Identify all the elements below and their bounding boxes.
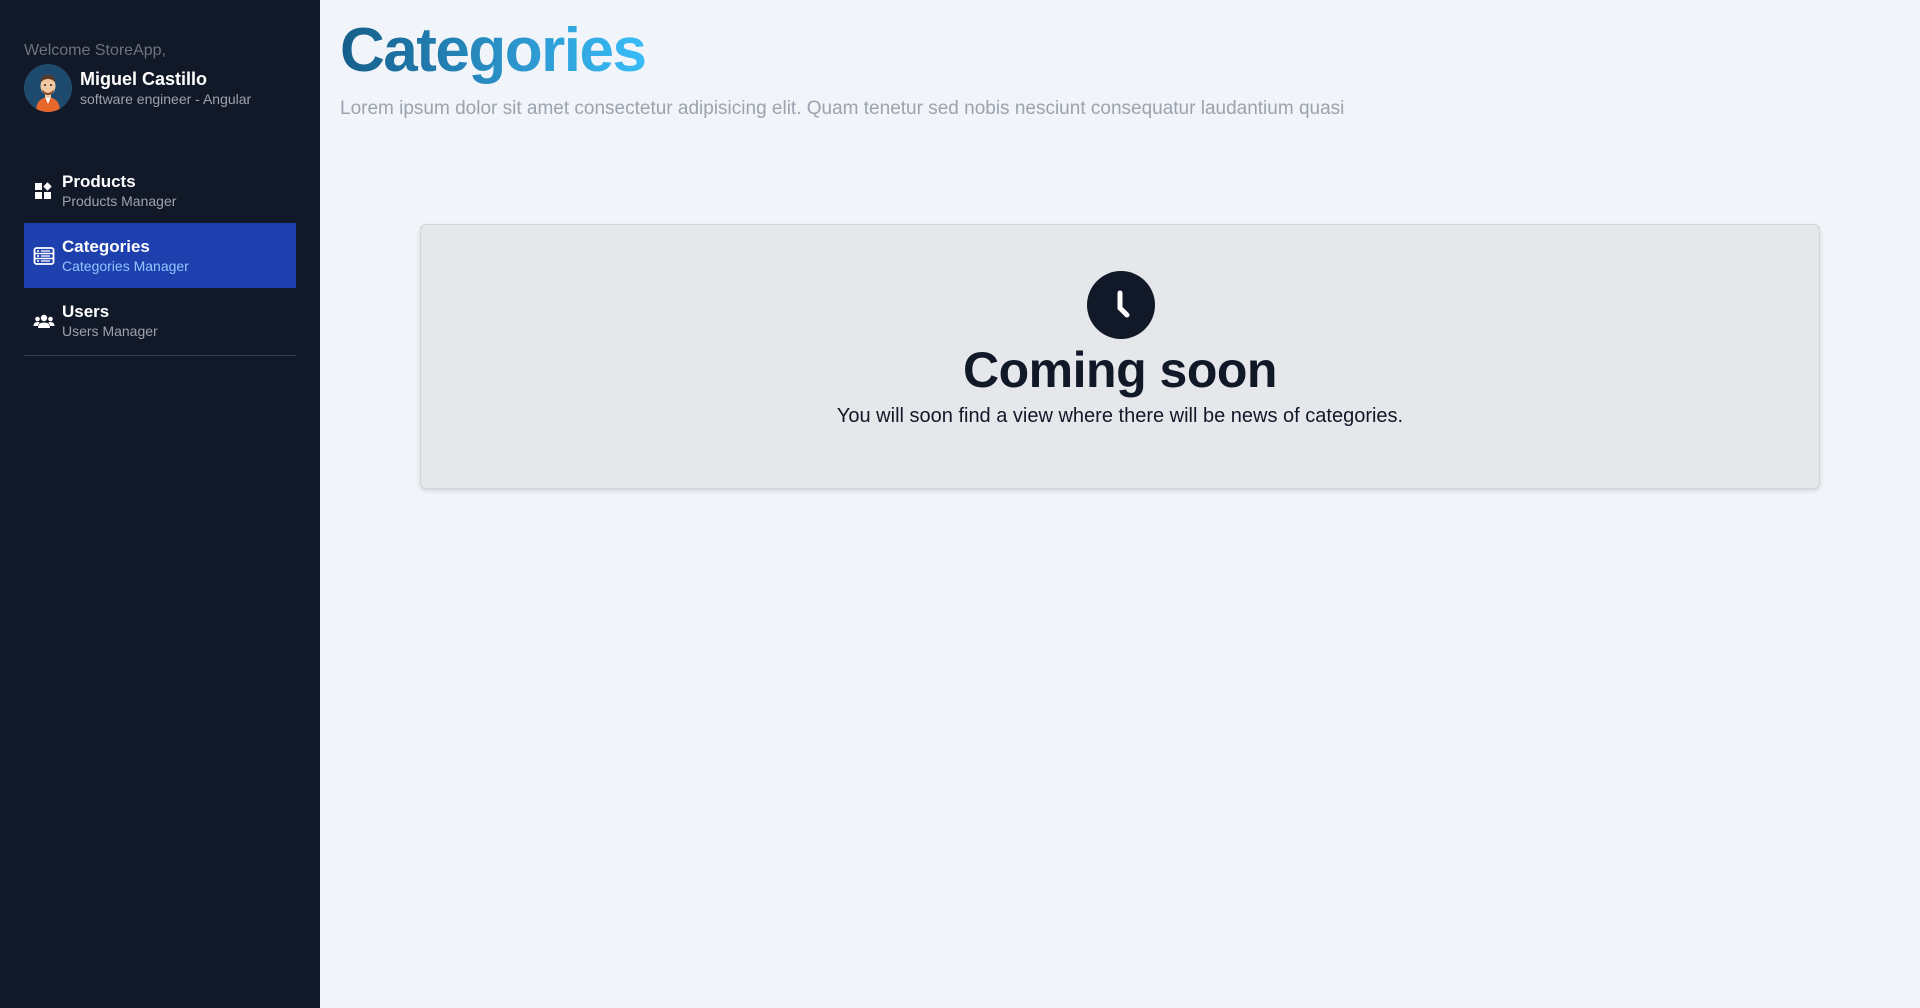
coming-soon-card: Coming soon You will soon find a view wh… bbox=[420, 224, 1820, 489]
sidebar-item-sublabel: Users Manager bbox=[62, 322, 158, 339]
page-subtitle: Lorem ipsum dolor sit amet consectetur a… bbox=[340, 98, 1345, 119]
sidebar-item-label: Products bbox=[62, 171, 136, 191]
welcome-text: Welcome StoreApp, bbox=[24, 42, 166, 59]
sidebar-item-users[interactable]: Users Users Manager bbox=[24, 288, 296, 353]
sidebar-item-categories[interactable]: Categories Categories Manager bbox=[24, 223, 296, 288]
sidebar-menu: Products Products Manager Categories Cat… bbox=[24, 158, 296, 356]
card-description: You will soon find a view where there wi… bbox=[836, 405, 1404, 427]
users-icon bbox=[33, 310, 55, 332]
sidebar-item-label: Users bbox=[62, 301, 110, 321]
clock-icon bbox=[1087, 271, 1155, 339]
avatar bbox=[24, 64, 72, 112]
page-title: Categories bbox=[340, 14, 647, 88]
sidebar: Welcome StoreApp, Miguel Castillo softwa… bbox=[0, 0, 320, 1008]
user-name: Miguel Castillo bbox=[80, 69, 208, 89]
sidebar-item-products[interactable]: Products Products Manager bbox=[24, 158, 296, 223]
sidebar-item-label: Categories bbox=[62, 236, 150, 256]
sidebar-item-sublabel: Categories Manager bbox=[62, 257, 189, 274]
user-role: software engineer - Angular bbox=[80, 91, 252, 107]
list-icon bbox=[33, 245, 55, 267]
user-profile: Miguel Castillo software engineer - Angu… bbox=[24, 64, 251, 112]
card-title: Coming soon bbox=[963, 342, 1277, 398]
grid-icon bbox=[33, 180, 55, 202]
sidebar-item-sublabel: Products Manager bbox=[62, 192, 177, 209]
